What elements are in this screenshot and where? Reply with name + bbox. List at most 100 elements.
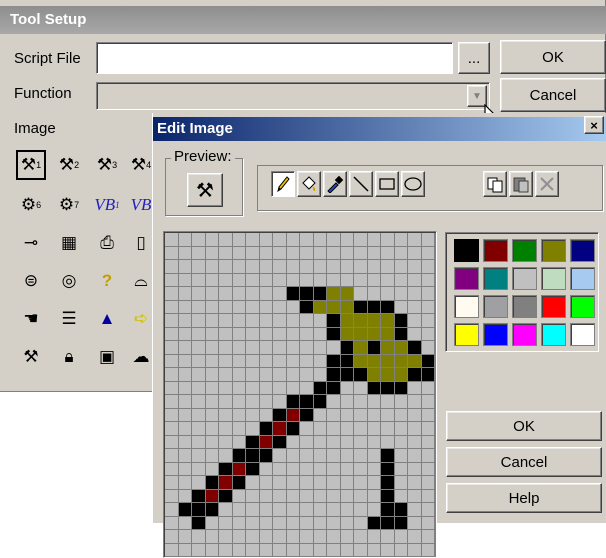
pixel-cell[interactable] [354, 354, 368, 368]
scanner-icon[interactable]: ⎙ [92, 228, 122, 258]
paste-icon[interactable] [509, 171, 533, 197]
pixel-cell[interactable] [246, 327, 260, 341]
pixel-cell[interactable] [327, 287, 341, 301]
hand-icon[interactable]: ☚ [16, 304, 46, 334]
pixel-cell[interactable] [273, 489, 287, 503]
pixel-cell[interactable] [259, 422, 273, 436]
pixel-cell[interactable] [367, 395, 381, 409]
pixel-cell[interactable] [286, 354, 300, 368]
pixel-cell[interactable] [273, 449, 287, 463]
pixel-cell[interactable] [367, 314, 381, 328]
pixel-cell[interactable] [205, 476, 219, 490]
pixel-cell[interactable] [394, 395, 408, 409]
pixel-cell[interactable] [408, 260, 422, 274]
pixel-cell[interactable] [219, 246, 233, 260]
pixel-cell[interactable] [394, 354, 408, 368]
tools-icon[interactable]: ⚒ [16, 342, 46, 372]
pixel-cell[interactable] [313, 435, 327, 449]
pixel-cell[interactable] [340, 503, 354, 517]
pixel-cell[interactable] [340, 435, 354, 449]
film-icon[interactable]: ▣ [92, 342, 122, 372]
pixel-cell[interactable] [408, 422, 422, 436]
pixel-cell[interactable] [340, 287, 354, 301]
pixel-cell[interactable] [313, 381, 327, 395]
pixel-cell[interactable] [165, 246, 179, 260]
pixel-cell[interactable] [286, 260, 300, 274]
pixel-cell[interactable] [313, 246, 327, 260]
pixel-cell[interactable] [219, 354, 233, 368]
pixel-cell[interactable] [232, 368, 246, 382]
pixel-cell[interactable] [232, 327, 246, 341]
pixel-cell[interactable] [205, 327, 219, 341]
pixel-cell[interactable] [381, 395, 395, 409]
pixel-cell[interactable] [340, 530, 354, 544]
pixel-cell[interactable] [232, 260, 246, 274]
pixel-cell[interactable] [205, 449, 219, 463]
pixel-cell[interactable] [219, 408, 233, 422]
pixel-cell[interactable] [354, 462, 368, 476]
pixel-cell[interactable] [408, 476, 422, 490]
pixel-cell[interactable] [192, 489, 206, 503]
pixel-cell[interactable] [205, 287, 219, 301]
pixel-cell[interactable] [286, 503, 300, 517]
pixel-cell[interactable] [421, 449, 435, 463]
pixel-cell[interactable] [232, 300, 246, 314]
pixel-cell[interactable] [340, 449, 354, 463]
pixel-cell[interactable] [246, 422, 260, 436]
pixel-cell[interactable] [246, 530, 260, 544]
pixel-cell[interactable] [300, 543, 314, 557]
vb-1-icon[interactable]: VB 1 [92, 190, 122, 220]
pixel-cell[interactable] [286, 327, 300, 341]
pixel-cell[interactable] [394, 408, 408, 422]
pixel-cell[interactable] [367, 260, 381, 274]
pixel-cell[interactable] [354, 449, 368, 463]
pixel-cell[interactable] [354, 435, 368, 449]
pixel-cell[interactable] [394, 287, 408, 301]
pixel-cell[interactable] [273, 233, 287, 247]
pixel-cell[interactable] [165, 381, 179, 395]
pixel-cell[interactable] [178, 422, 192, 436]
color-swatch[interactable] [483, 295, 508, 318]
pixel-cell[interactable] [340, 408, 354, 422]
color-swatch[interactable] [541, 267, 566, 290]
pixel-cell[interactable] [246, 489, 260, 503]
pixel-cell[interactable] [286, 381, 300, 395]
pixel-cell[interactable] [394, 489, 408, 503]
pixel-cell[interactable] [354, 395, 368, 409]
pixel-cell[interactable] [313, 422, 327, 436]
pixel-cell[interactable] [313, 273, 327, 287]
pixel-cell[interactable] [232, 516, 246, 530]
pixel-cell[interactable] [300, 408, 314, 422]
pixel-cell[interactable] [219, 503, 233, 517]
pixel-cell[interactable] [408, 273, 422, 287]
pixel-cell[interactable] [408, 435, 422, 449]
pixel-cell[interactable] [421, 462, 435, 476]
pixel-cell[interactable] [178, 354, 192, 368]
close-button[interactable]: × [584, 116, 604, 134]
pixel-cell[interactable] [232, 543, 246, 557]
pixel-cell[interactable] [165, 503, 179, 517]
pixel-cell[interactable] [286, 408, 300, 422]
pixel-cell[interactable] [192, 354, 206, 368]
pixel-cell[interactable] [394, 368, 408, 382]
pixel-cell[interactable] [205, 435, 219, 449]
pixel-cell[interactable] [327, 341, 341, 355]
pixel-cell[interactable] [246, 246, 260, 260]
pixel-cell[interactable] [340, 543, 354, 557]
dialog-cancel-button[interactable]: Cancel [446, 447, 602, 477]
pixel-cell[interactable] [259, 260, 273, 274]
pixel-cell[interactable] [394, 300, 408, 314]
pixel-cell[interactable] [408, 408, 422, 422]
pixel-cell[interactable] [394, 476, 408, 490]
pixel-cell[interactable] [381, 381, 395, 395]
pixel-cell[interactable] [192, 287, 206, 301]
pixel-cell[interactable] [300, 489, 314, 503]
color-swatch[interactable] [541, 295, 566, 318]
pixel-cell[interactable] [367, 368, 381, 382]
pixel-cell[interactable] [286, 530, 300, 544]
pixel-cell[interactable] [421, 233, 435, 247]
pixel-cell[interactable] [178, 381, 192, 395]
pixel-cell[interactable] [381, 354, 395, 368]
pixel-cell[interactable] [232, 354, 246, 368]
pixel-cell[interactable] [313, 530, 327, 544]
